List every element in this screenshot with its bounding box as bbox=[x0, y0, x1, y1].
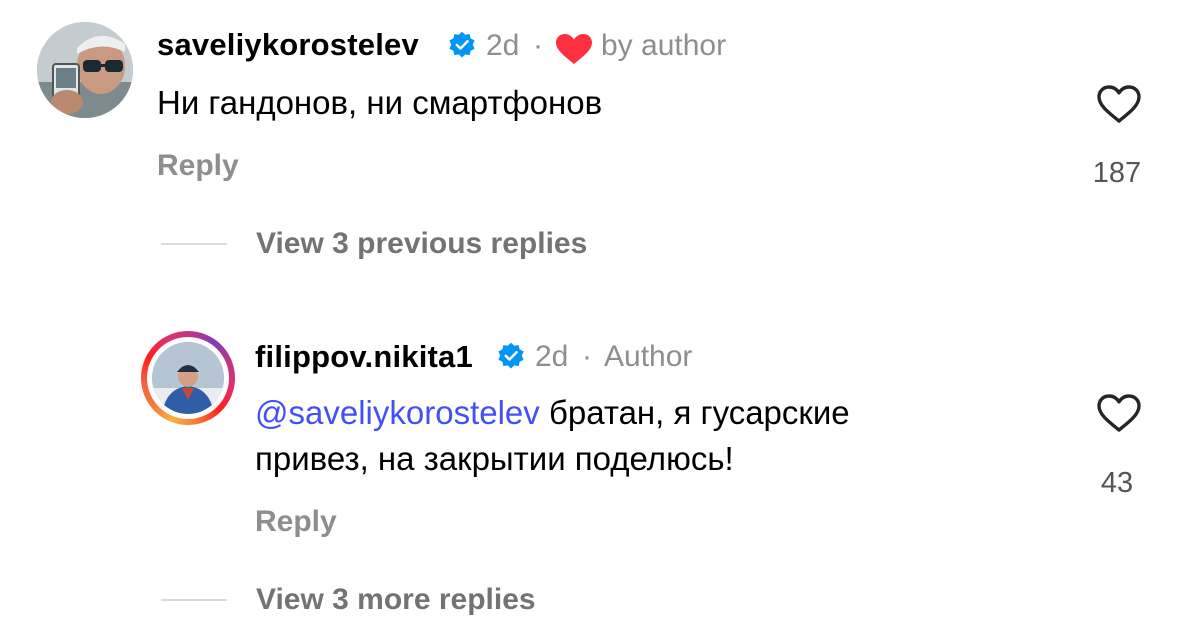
replies-divider bbox=[161, 599, 227, 601]
like-count: 43 bbox=[1100, 467, 1134, 499]
verified-badge-icon bbox=[498, 342, 524, 369]
heart-outline-icon[interactable] bbox=[1096, 393, 1142, 433]
author-label: Author bbox=[604, 340, 693, 373]
avatar-photo bbox=[152, 342, 224, 414]
verified-badge-icon bbox=[449, 31, 475, 58]
comment-time: 2d bbox=[535, 340, 569, 373]
comment-text: братан, я гусарские bbox=[548, 394, 850, 431]
comment-text: Ни гандонов, ни смартфонов bbox=[157, 84, 603, 121]
reply-button[interactable]: Reply bbox=[157, 149, 239, 183]
comment-time: 2d bbox=[486, 29, 520, 62]
avatar-photo bbox=[37, 22, 133, 118]
heart-filled-icon bbox=[556, 34, 592, 64]
view-previous-replies-button[interactable]: View 3 previous replies bbox=[256, 227, 587, 261]
avatar-saveliykorostelev[interactable] bbox=[37, 22, 133, 118]
comment-username[interactable]: filippov.nikita1 bbox=[255, 339, 473, 375]
reply-button[interactable]: Reply bbox=[255, 505, 337, 539]
comment-text-line1: @saveliykorostelev братан, я гусарские bbox=[255, 390, 850, 435]
replies-divider bbox=[161, 243, 227, 245]
heart-outline-icon[interactable] bbox=[1096, 84, 1142, 124]
meta-separator: · bbox=[582, 340, 592, 373]
mention-link[interactable]: @saveliykorostelev bbox=[255, 394, 540, 431]
comment-text-line2: привез, на закрытии поделюсь! bbox=[255, 440, 734, 477]
avatar-filippov-nikita1[interactable] bbox=[152, 342, 224, 414]
view-more-replies-button[interactable]: View 3 more replies bbox=[256, 583, 536, 617]
meta-separator: · bbox=[533, 29, 543, 62]
liked-by-author-label: by author bbox=[601, 29, 727, 62]
like-count: 187 bbox=[1092, 157, 1142, 189]
comment-username[interactable]: saveliykorostelev bbox=[157, 27, 419, 63]
